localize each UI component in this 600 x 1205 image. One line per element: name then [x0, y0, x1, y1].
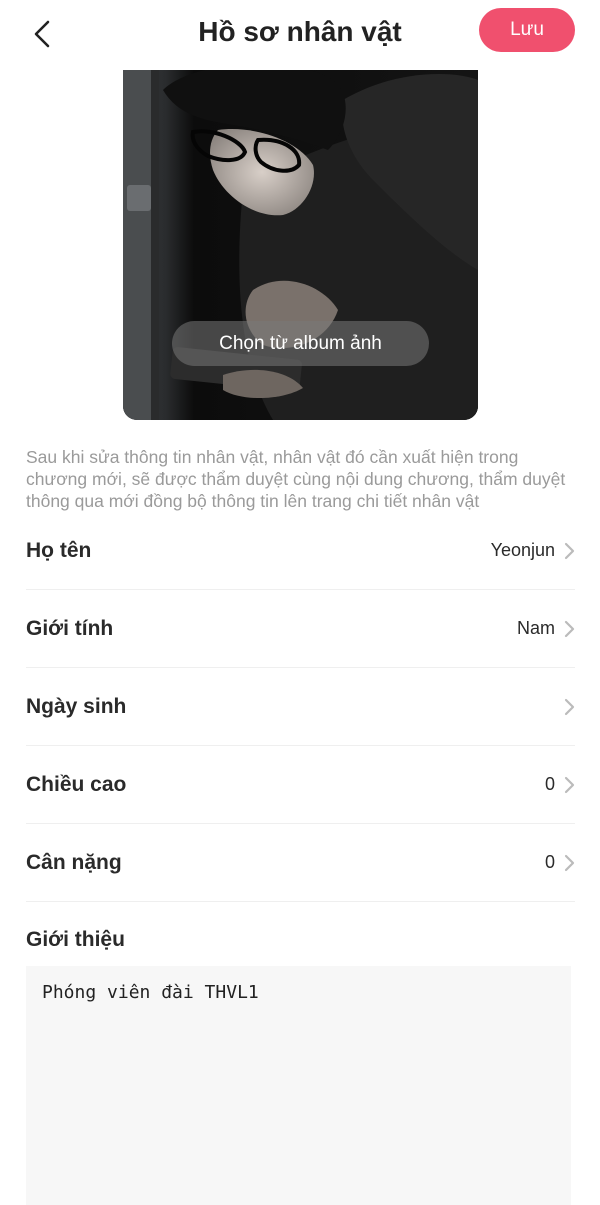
intro-label: Giới thiệu: [26, 928, 125, 951]
field-right: [555, 698, 575, 716]
chevron-right-icon: [564, 620, 575, 637]
field-right: Nam: [517, 618, 575, 639]
chevron-right-icon: [564, 542, 575, 559]
choose-from-album-button[interactable]: Chọn từ album ảnh: [172, 321, 429, 366]
field-right: 0: [545, 774, 575, 795]
chevron-right-icon: [564, 854, 575, 871]
field-value: 0: [544, 852, 555, 872]
chevron-right-icon: [564, 776, 575, 793]
intro-textarea[interactable]: Phóng viên đài THVL1: [26, 966, 571, 1205]
field-label: Giới tính: [26, 616, 114, 640]
chevron-right-icon: [564, 698, 575, 715]
field-label: Họ tên: [26, 538, 92, 562]
field-label: Chiều cao: [26, 772, 127, 796]
field-row-birthday[interactable]: Ngày sinh: [26, 668, 575, 746]
avatar-image[interactable]: Chọn từ album ảnh: [123, 70, 478, 420]
field-value: Nam: [516, 618, 555, 638]
field-label: Ngày sinh: [26, 694, 127, 718]
field-row-name[interactable]: Họ tên Yeonjun: [26, 512, 575, 590]
field-right: 0: [545, 852, 575, 873]
review-notice: Sau khi sửa thông tin nhân vật, nhân vật…: [26, 447, 566, 511]
field-value: Yeonjun: [490, 540, 555, 560]
field-row-weight[interactable]: Cân nặng 0: [26, 824, 575, 902]
character-profile-page: Hồ sơ nhân vật Lưu Chọn từ album ảnh Sau…: [0, 0, 600, 1205]
field-right: Yeonjun: [491, 540, 575, 561]
save-button[interactable]: Lưu: [479, 8, 575, 52]
field-label: Cân nặng: [26, 850, 122, 874]
field-value: 0: [544, 774, 555, 794]
field-row-gender[interactable]: Giới tính Nam: [26, 590, 575, 668]
header: Hồ sơ nhân vật Lưu: [0, 0, 600, 70]
avatar-photo: [123, 70, 478, 420]
field-row-height[interactable]: Chiều cao 0: [26, 746, 575, 824]
